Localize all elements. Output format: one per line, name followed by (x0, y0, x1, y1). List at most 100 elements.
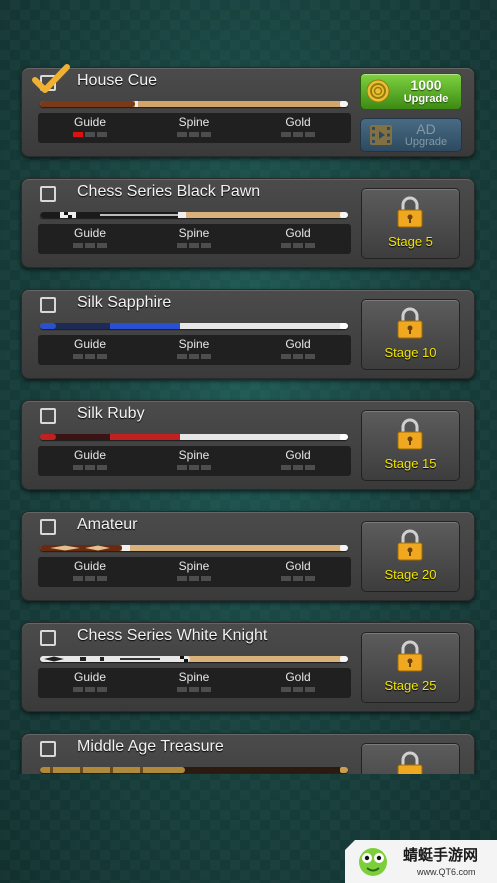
padlock-icon (397, 640, 423, 672)
cue-stats: Guide Spine Gold (38, 557, 351, 587)
cue-card-silk-ruby[interactable]: Silk Ruby Guide Spine Gold Stage 15 (21, 400, 475, 490)
upgrade-cost: 1000 (410, 77, 442, 93)
stat-gold: Gold (258, 670, 338, 692)
stat-label: Guide (73, 670, 107, 684)
cue-image (40, 545, 348, 551)
stat-guide: Guide (50, 226, 130, 248)
stat-label: Gold (285, 559, 311, 573)
stat-spine: Spine (154, 670, 234, 692)
stat-label: Spine (178, 670, 210, 684)
ad-title: AD (416, 121, 436, 137)
locked-stage-button[interactable]: Stage 5 (361, 188, 460, 259)
stat-guide: Guide (50, 559, 130, 581)
stat-label: Gold (285, 337, 311, 351)
stat-spine: Spine (154, 448, 234, 470)
cue-card-amateur[interactable]: Amateur Guide Spine Gold Stage 20 (21, 511, 475, 601)
padlock-icon (397, 529, 423, 561)
cue-name: Silk Ruby (77, 405, 145, 422)
stat-label: Guide (73, 226, 107, 240)
stat-label: Spine (178, 448, 210, 462)
stat-bars (258, 243, 338, 248)
upgrade-label: Upgrade (403, 93, 449, 105)
cue-card-house-cue[interactable]: House Cue Guide Spine Gold 1000 Upgrade … (21, 64, 475, 157)
cue-name: House Cue (77, 72, 158, 89)
stat-gold: Gold (258, 337, 338, 359)
cue-checkbox[interactable] (40, 741, 56, 757)
cue-image (40, 212, 348, 218)
coin-icon (366, 79, 390, 103)
locked-stage-button[interactable]: Stage 10 (361, 299, 460, 370)
ad-upgrade-button[interactable]: AD Upgrade (360, 118, 462, 152)
stat-label: Gold (285, 448, 311, 462)
locked-stage-button[interactable]: Stage 15 (361, 410, 460, 481)
stage-requirement: Stage 20 (384, 567, 437, 582)
cue-checkbox[interactable] (40, 408, 56, 424)
cue-stats: Guide Spine Gold (38, 446, 351, 476)
stat-spine: Spine (154, 559, 234, 581)
cue-image (40, 656, 348, 662)
watermark-text: 蜻蜓手游网 (403, 847, 479, 864)
cue-checkbox[interactable] (40, 519, 56, 535)
stat-label: Gold (285, 115, 311, 129)
stat-bars (258, 576, 338, 581)
cue-stats: Guide Spine Gold (38, 113, 351, 143)
stat-label: Gold (285, 670, 311, 684)
cue-name: Chess Series Black Pawn (77, 183, 261, 200)
cue-card-chess-black-pawn[interactable]: Chess Series Black Pawn Guide Spine Gold… (21, 178, 475, 268)
stat-label: Spine (178, 559, 210, 573)
cue-name: Middle Age Treasure (77, 738, 224, 755)
stage-requirement: Stage 10 (384, 345, 437, 360)
stat-guide: Guide (50, 337, 130, 359)
stat-gold: Gold (258, 448, 338, 470)
stat-label: Guide (73, 448, 107, 462)
stat-bars (154, 687, 234, 692)
stat-bars (258, 465, 338, 470)
ad-label: Upgrade (404, 136, 448, 148)
stat-label: Spine (178, 337, 210, 351)
stat-gold: Gold (258, 115, 338, 137)
padlock-icon (397, 418, 423, 450)
film-icon (370, 125, 392, 145)
stat-label: Spine (178, 226, 210, 240)
stat-bars (258, 132, 338, 137)
stat-label: Guide (73, 559, 107, 573)
stat-bars (50, 132, 130, 137)
cue-card-middle-age-treasure[interactable]: Middle Age Treasure (21, 733, 475, 774)
cue-checkbox[interactable] (40, 630, 56, 646)
locked-stage-button[interactable] (361, 743, 460, 774)
cue-image (40, 434, 348, 440)
stat-bars (258, 354, 338, 359)
checkmark-icon (32, 64, 70, 93)
cue-image (40, 101, 348, 107)
locked-stage-button[interactable]: Stage 20 (361, 521, 460, 592)
stat-bars (50, 465, 130, 470)
stat-bars (50, 243, 130, 248)
cue-card-chess-white-knight[interactable]: Chess Series White Knight Guide Spine Go… (21, 622, 475, 712)
cue-name: Silk Sapphire (77, 294, 172, 311)
padlock-icon (397, 751, 423, 774)
stat-gold: Gold (258, 226, 338, 248)
cue-list[interactable]: House Cue Guide Spine Gold 1000 Upgrade … (0, 60, 497, 774)
locked-stage-button[interactable]: Stage 25 (361, 632, 460, 703)
padlock-icon (397, 196, 423, 228)
stat-spine: Spine (154, 226, 234, 248)
coin-upgrade-button[interactable]: 1000 Upgrade (360, 73, 462, 110)
cue-image (40, 323, 348, 329)
stat-bars (154, 576, 234, 581)
stage-requirement: Stage 15 (384, 456, 437, 471)
stat-guide: Guide (50, 115, 130, 137)
stat-guide: Guide (50, 448, 130, 470)
padlock-icon (397, 307, 423, 339)
watermark-url: www.QT6.com (417, 867, 476, 877)
cue-checkbox[interactable] (40, 186, 56, 202)
stat-bars (50, 687, 130, 692)
stat-label: Guide (73, 337, 107, 351)
stat-gold: Gold (258, 559, 338, 581)
cue-stats: Guide Spine Gold (38, 668, 351, 698)
cue-checkbox[interactable] (40, 297, 56, 313)
stat-bars (50, 354, 130, 359)
stat-guide: Guide (50, 670, 130, 692)
cue-card-silk-sapphire[interactable]: Silk Sapphire Guide Spine Gold Stage 10 (21, 289, 475, 379)
stat-label: Spine (178, 115, 210, 129)
site-watermark: 蜻蜓手游网 www.QT6.com (345, 840, 497, 883)
